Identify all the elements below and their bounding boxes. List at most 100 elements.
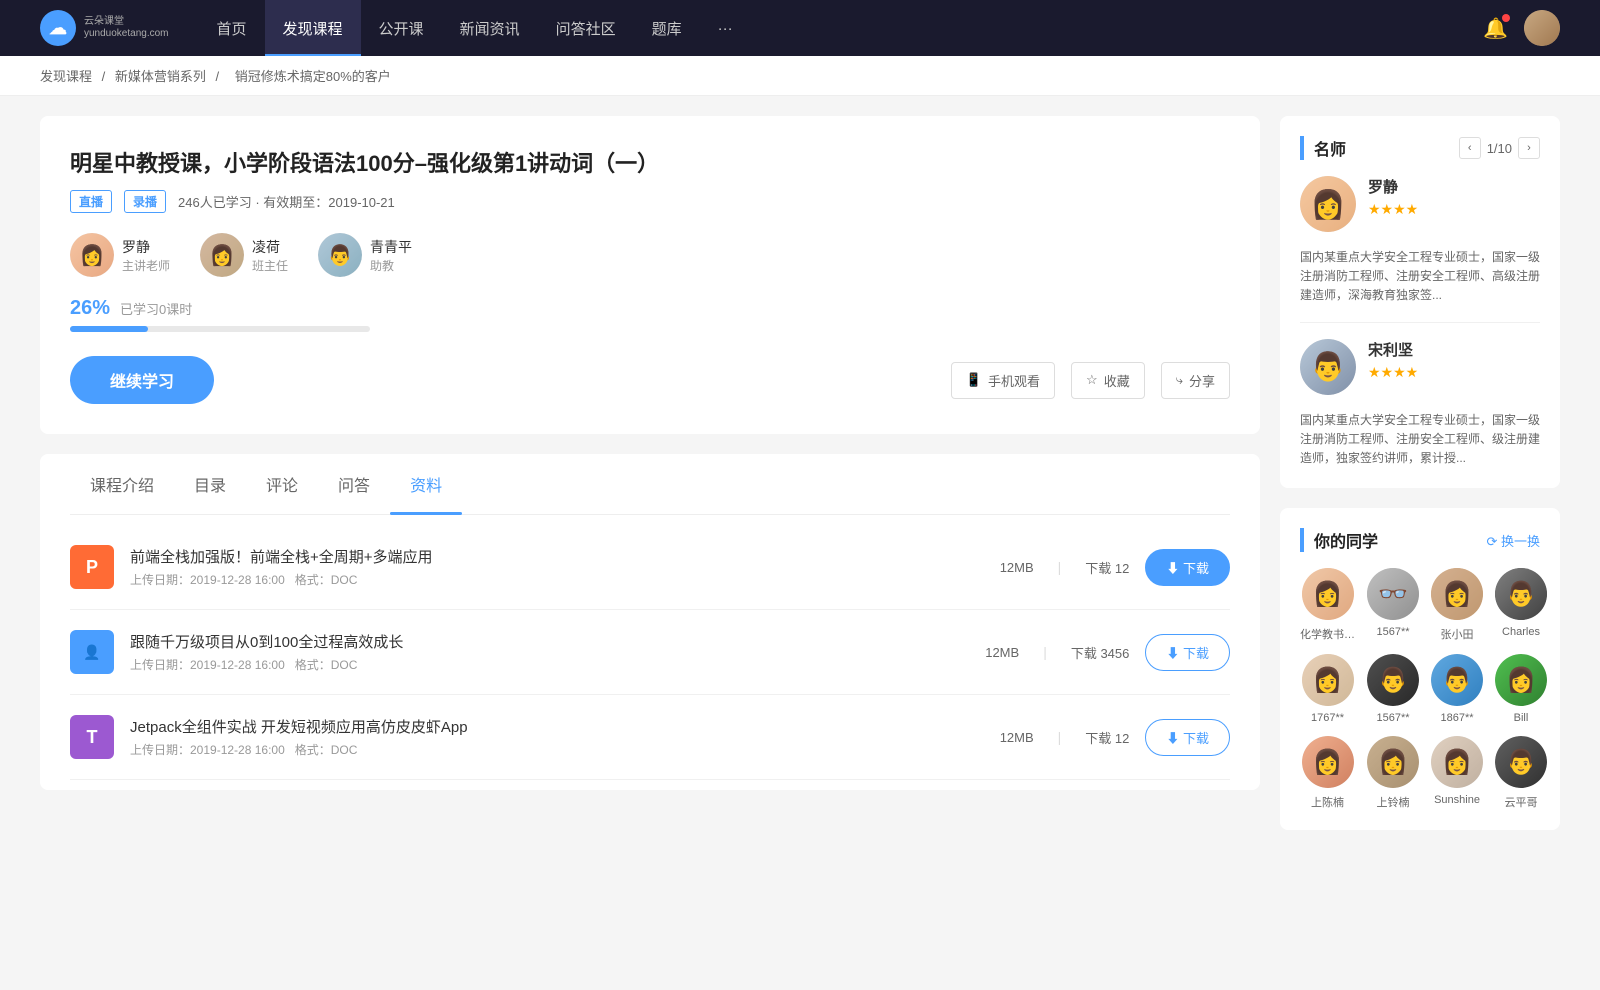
- classmate-9: 👩 上陈楠: [1300, 736, 1355, 810]
- nav-more[interactable]: ···: [700, 0, 751, 56]
- sidebar-teacher-1-avatar: 👩: [1300, 176, 1356, 232]
- bell-icon[interactable]: 🔔: [1483, 16, 1508, 41]
- progress-section: 26% 已学习0课时: [70, 297, 1230, 332]
- tab-content: P 前端全栈加强版！前端全栈+全周期+多端应用 上传日期：2019-12-28 …: [70, 515, 1230, 790]
- resource-size-3: 12MB: [1000, 730, 1034, 745]
- sidebar-teacher-2-stars: ★★★★: [1368, 364, 1540, 381]
- teacher-3-info: 青青平 助教: [370, 237, 412, 274]
- resource-meta-3: 上传日期：2019-12-28 16:00 格式：DOC: [130, 741, 984, 758]
- classmate-3: 👩 张小田: [1431, 568, 1483, 642]
- resource-list: P 前端全栈加强版！前端全栈+全周期+多端应用 上传日期：2019-12-28 …: [70, 525, 1230, 780]
- classmate-8-name: Bill: [1514, 712, 1529, 724]
- teacher-3-avatar: 👨: [318, 233, 362, 277]
- teacher-1-role: 主讲老师: [122, 257, 170, 274]
- teacher-2-info: 凌荷 班主任: [252, 237, 288, 274]
- classmates-title: 你的同学: [1300, 528, 1378, 552]
- tab-catalog[interactable]: 目录: [174, 454, 246, 514]
- teachers-card-title: 名师: [1300, 136, 1346, 160]
- classmate-9-name: 上陈楠: [1311, 794, 1344, 810]
- teacher-3-role: 助教: [370, 257, 412, 274]
- classmate-5-avatar[interactable]: 👩: [1302, 654, 1354, 706]
- classmate-8-avatar[interactable]: 👩: [1495, 654, 1547, 706]
- nav-exam[interactable]: 题库: [634, 0, 700, 56]
- teacher-3: 👨 青青平 助教: [318, 233, 412, 277]
- refresh-classmates-btn[interactable]: ⟳ 换一换: [1486, 531, 1540, 550]
- resource-name-1: 前端全栈加强版！前端全栈+全周期+多端应用: [130, 546, 984, 567]
- breadcrumb-sep2: /: [216, 69, 223, 84]
- classmate-6-avatar[interactable]: 👨: [1367, 654, 1419, 706]
- nav-discover[interactable]: 发现课程: [265, 0, 361, 56]
- classmate-10-avatar[interactable]: 👩: [1367, 736, 1419, 788]
- tab-intro[interactable]: 课程介绍: [70, 454, 174, 514]
- classmate-3-name: 张小田: [1441, 626, 1474, 642]
- divider-1: [1300, 322, 1540, 323]
- classmate-5-name: 1767**: [1311, 712, 1344, 724]
- course-meta-text: 246人已学习 · 有效期至：2019-10-21: [178, 192, 395, 211]
- teacher-3-name: 青青平: [370, 237, 412, 257]
- continue-learning-button[interactable]: 继续学习: [70, 356, 214, 404]
- user-avatar-header[interactable]: [1524, 10, 1560, 46]
- classmate-2-avatar[interactable]: 👓: [1367, 568, 1419, 620]
- logo[interactable]: ☁ 云朵课堂 yunduoketang.com: [40, 10, 169, 46]
- download-button-1[interactable]: ⬇ 下载: [1145, 549, 1230, 586]
- page-next-btn[interactable]: ›: [1518, 137, 1540, 159]
- classmate-1-avatar[interactable]: 👩: [1302, 568, 1354, 620]
- nav-news[interactable]: 新闻资讯: [442, 0, 538, 56]
- teacher-1-info: 罗静 主讲老师: [122, 237, 170, 274]
- collect-button[interactable]: ☆ 收藏: [1071, 362, 1145, 399]
- breadcrumb-discover[interactable]: 发现课程: [40, 69, 92, 84]
- classmate-12-avatar[interactable]: 👨: [1495, 736, 1547, 788]
- teacher-2: 👩 凌荷 班主任: [200, 233, 288, 277]
- breadcrumb-series[interactable]: 新媒体营销系列: [115, 69, 206, 84]
- sidebar-teacher-1-info: 罗静 ★★★★: [1368, 176, 1540, 232]
- classmate-11-avatar[interactable]: 👩: [1431, 736, 1483, 788]
- download-button-3[interactable]: ⬇ 下载: [1145, 719, 1230, 756]
- tab-review[interactable]: 评论: [246, 454, 318, 514]
- teacher-2-role: 班主任: [252, 257, 288, 274]
- classmate-10-name: 上铃楠: [1377, 794, 1410, 810]
- tab-resource[interactable]: 资料: [390, 454, 462, 514]
- classmate-3-avatar[interactable]: 👩: [1431, 568, 1483, 620]
- classmates-grid: 👩 化学教书… 👓 1567** 👩 张小田: [1300, 568, 1540, 810]
- sep-2: |: [1043, 644, 1047, 660]
- resource-icon-3: T: [70, 715, 114, 759]
- logo-icon: ☁: [40, 10, 76, 46]
- page-prev-btn[interactable]: ‹: [1459, 137, 1481, 159]
- classmate-11-name: Sunshine: [1434, 794, 1480, 806]
- course-actions: 继续学习 📱 手机观看 ☆ 收藏 ⤷ 分享: [70, 356, 1230, 404]
- download-button-2[interactable]: ⬇ 下载: [1145, 634, 1230, 671]
- classmate-2: 👓 1567**: [1367, 568, 1419, 642]
- nav-home[interactable]: 首页: [199, 0, 265, 56]
- classmate-7-avatar[interactable]: 👨: [1431, 654, 1483, 706]
- teacher-1-name: 罗静: [122, 237, 170, 257]
- classmates-header: 你的同学 ⟳ 换一换: [1300, 528, 1540, 552]
- tab-bar: 课程介绍 目录 评论 问答 资料: [70, 454, 1230, 515]
- resource-size-2: 12MB: [985, 645, 1019, 660]
- course-meta: 直播 录播 246人已学习 · 有效期至：2019-10-21: [70, 190, 1230, 213]
- progress-description: 已学习0课时: [120, 299, 192, 318]
- share-button[interactable]: ⤷ 分享: [1161, 362, 1230, 399]
- content-area: 明星中教授课，小学阶段语法100分–强化级第1讲动词（一） 直播 录播 246人…: [40, 116, 1260, 850]
- nav-qa[interactable]: 问答社区: [538, 0, 634, 56]
- resource-size-1: 12MB: [1000, 560, 1034, 575]
- resource-icon-2: 👤: [70, 630, 114, 674]
- teacher-1-avatar: 👩: [70, 233, 114, 277]
- sidebar-teacher-1-stars: ★★★★: [1368, 201, 1540, 218]
- classmate-4-avatar[interactable]: 👨: [1495, 568, 1547, 620]
- breadcrumb-current: 销冠修炼术搞定80%的客户: [235, 69, 391, 84]
- resource-meta-2: 上传日期：2019-12-28 16:00 格式：DOC: [130, 656, 969, 673]
- nav-public[interactable]: 公开课: [361, 0, 442, 56]
- sep-3: |: [1058, 729, 1062, 745]
- sidebar-teacher-2-info: 宋利坚 ★★★★: [1368, 339, 1540, 395]
- resource-name-2: 跟随千万级项目从0到100全过程高效成长: [130, 631, 969, 652]
- classmate-4: 👨 Charles: [1495, 568, 1547, 642]
- classmate-12-name: 云平哥: [1505, 794, 1538, 810]
- classmate-9-avatar[interactable]: 👩: [1302, 736, 1354, 788]
- tab-qa[interactable]: 问答: [318, 454, 390, 514]
- mobile-view-button[interactable]: 📱 手机观看: [951, 362, 1055, 399]
- sidebar-teacher-2: 👨 宋利坚 ★★★★: [1300, 339, 1540, 395]
- sidebar-teacher-1-desc: 国内某重点大学安全工程专业硕士，国家一级注册消防工程师、注册安全工程师、高级注册…: [1300, 248, 1540, 306]
- teachers-header: 名师 ‹ 1/10 ›: [1300, 136, 1540, 160]
- resource-item-3: T Jetpack全组件实战 开发短视频应用高仿皮皮虾App 上传日期：2019…: [70, 695, 1230, 780]
- teachers-card: 名师 ‹ 1/10 › 👩 罗静 ★★★★ 国内某重点大学安全工程专业硕士，国家…: [1280, 116, 1560, 488]
